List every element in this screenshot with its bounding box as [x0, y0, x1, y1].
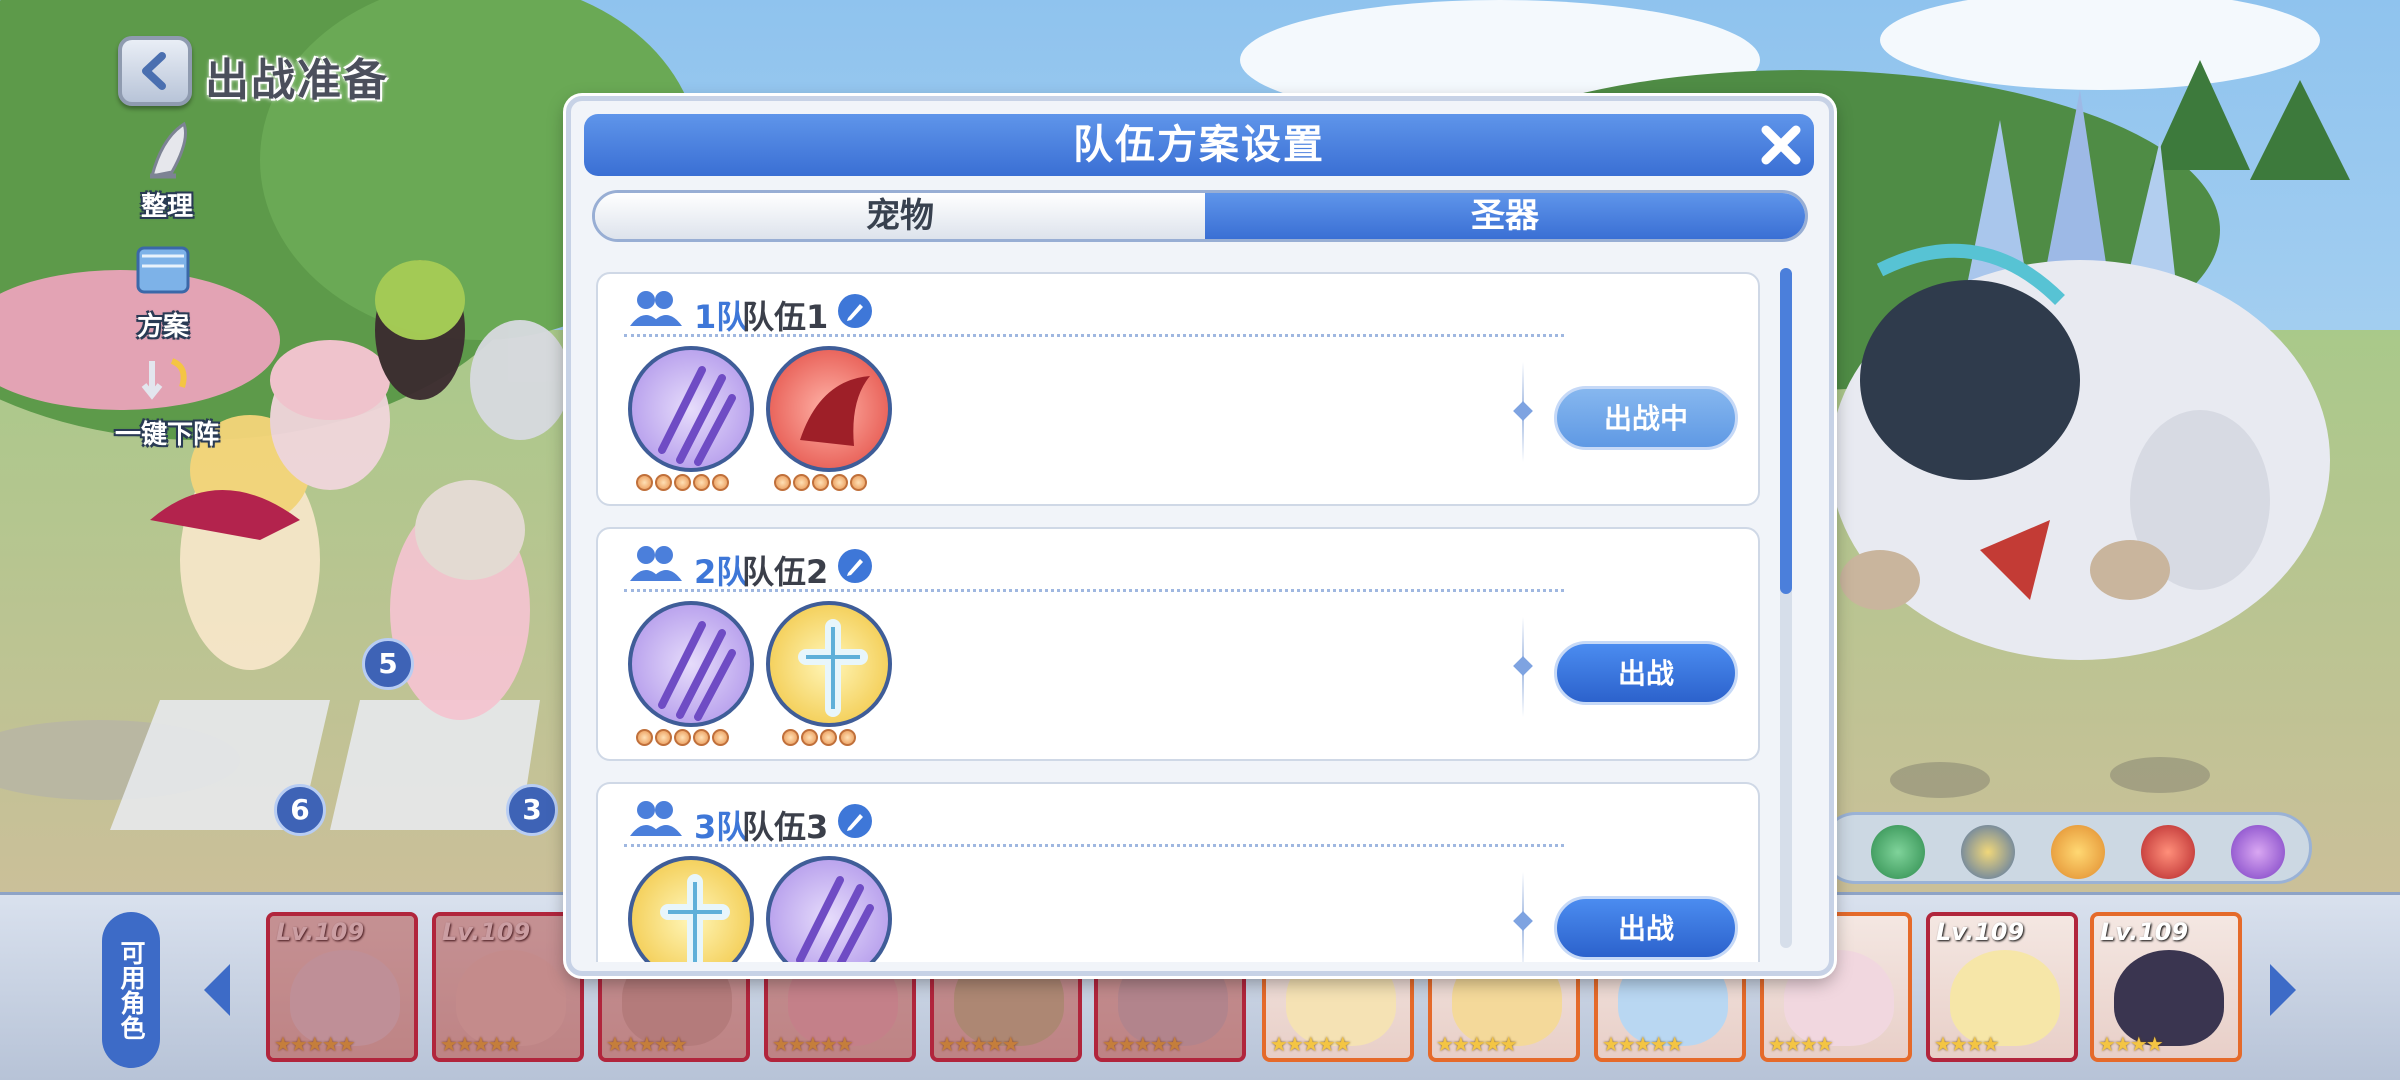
- character-star-rating: ★★★★★: [938, 1032, 1020, 1056]
- character-star-rating: ★★★★★: [1102, 1032, 1184, 1056]
- plan-tool-button[interactable]: 方案: [98, 238, 228, 343]
- character-level: Lv.109: [1936, 918, 2025, 946]
- character-star-rating: ★★★★★: [1436, 1032, 1518, 1056]
- team-number: 2队: [694, 553, 749, 591]
- team-people-icon: [630, 801, 682, 836]
- chevron-left-icon: [142, 52, 166, 90]
- team-row: 1队 队伍1 出战中: [596, 272, 1760, 506]
- character-star-rating: ★★★★★: [274, 1032, 356, 1056]
- tab-pet[interactable]: 宠物: [595, 193, 1205, 239]
- relic-purple-claw[interactable]: [766, 856, 892, 962]
- plan-tool-label: 方案: [136, 312, 189, 342]
- character-portrait: [290, 950, 400, 1046]
- undeploy-all-label: 一键下阵: [114, 420, 219, 450]
- character-level: Lv.109: [442, 918, 531, 946]
- tab-relic[interactable]: 圣器: [1205, 193, 1805, 239]
- dialog-title: 队伍方案设置: [1073, 122, 1325, 168]
- relic-red-wing[interactable]: [766, 346, 892, 472]
- available-characters-label: 可用角色: [102, 912, 160, 1068]
- team-row: 2队 队伍2 出战: [596, 527, 1760, 761]
- divider-diamond: [1513, 911, 1533, 931]
- character-level: Lv.109: [276, 918, 365, 946]
- shield-icon[interactable]: [1961, 825, 2015, 879]
- broom-icon: [149, 121, 187, 179]
- relic-star-rating: [636, 729, 731, 750]
- formation-slot-number[interactable]: 3: [506, 784, 558, 836]
- character-star-rating: ★★★★★: [772, 1032, 854, 1056]
- element-filter-strip: [1820, 812, 2312, 884]
- scrollbar-thumb[interactable]: [1780, 268, 1792, 594]
- character-star-rating: ★★★★★: [606, 1032, 688, 1056]
- character-card[interactable]: Lv.109 ★★★★: [2090, 912, 2242, 1062]
- sun-icon[interactable]: [2051, 825, 2105, 879]
- character-star-rating: ★★★★★: [1602, 1032, 1684, 1056]
- formation-slot-number[interactable]: 6: [274, 784, 326, 836]
- relic-star-rating: [782, 729, 858, 750]
- team-name: 队伍1: [742, 298, 829, 336]
- roster-prev-arrow-icon[interactable]: [200, 962, 234, 1018]
- deploy-button[interactable]: 出战: [1554, 641, 1738, 705]
- page-title: 出战准备: [205, 55, 389, 106]
- team-people-icon: [630, 546, 682, 581]
- divider: [624, 844, 1564, 847]
- undeploy-icon: [141, 358, 187, 400]
- divider-diamond: [1513, 656, 1533, 676]
- sort-tool-button[interactable]: 整理: [102, 118, 232, 223]
- edit-pencil-icon[interactable]: [838, 549, 872, 583]
- character-card[interactable]: Lv.109 ★★★★★: [266, 912, 418, 1062]
- character-portrait: [456, 950, 566, 1046]
- wind-icon[interactable]: [1871, 825, 1925, 879]
- team-number: 1队: [694, 298, 749, 336]
- character-star-rating: ★★★★: [1768, 1032, 1834, 1056]
- divider: [624, 589, 1564, 592]
- relic-star-rating: [636, 474, 731, 495]
- back-button[interactable]: [118, 36, 192, 106]
- character-star-rating: ★★★★: [2098, 1032, 2164, 1056]
- roster-next-arrow-icon[interactable]: [2266, 962, 2300, 1018]
- edit-pencil-icon[interactable]: [838, 294, 872, 328]
- relic-purple-claw[interactable]: [628, 346, 754, 472]
- sort-tool-label: 整理: [140, 192, 193, 222]
- character-level: Lv.109: [2100, 918, 2189, 946]
- divider: [624, 334, 1564, 337]
- relic-star-rating: [774, 474, 869, 495]
- fire-icon[interactable]: [2141, 825, 2195, 879]
- dialog-tabs: 宠物 圣器: [592, 190, 1808, 242]
- close-icon[interactable]: [1754, 118, 1808, 172]
- divider-diamond: [1513, 401, 1533, 421]
- undeploy-all-button[interactable]: 一键下阵: [102, 346, 232, 451]
- edit-pencil-icon[interactable]: [838, 804, 872, 838]
- character-star-rating: ★★★★★: [1270, 1032, 1352, 1056]
- character-card[interactable]: Lv.109 ★★★★: [1926, 912, 2078, 1062]
- team-number: 3队: [694, 808, 749, 846]
- character-star-rating: ★★★★★: [440, 1032, 522, 1056]
- void-icon[interactable]: [2231, 825, 2285, 879]
- relic-purple-claw[interactable]: [628, 601, 754, 727]
- character-card[interactable]: Lv.109 ★★★★★: [432, 912, 584, 1062]
- deploy-button[interactable]: 出战: [1554, 896, 1738, 960]
- team-name: 队伍3: [742, 808, 829, 846]
- team-people-icon: [630, 291, 682, 326]
- team-name: 队伍2: [742, 553, 829, 591]
- book-icon: [136, 246, 190, 294]
- formation-slot-number[interactable]: 5: [362, 638, 414, 690]
- deploy-button[interactable]: 出战中: [1554, 386, 1738, 450]
- relic-gold-cross[interactable]: [628, 856, 754, 962]
- relic-gold-cross[interactable]: [766, 601, 892, 727]
- character-star-rating: ★★★★: [1934, 1032, 2000, 1056]
- team-row: 3队 队伍3 出战: [596, 782, 1760, 962]
